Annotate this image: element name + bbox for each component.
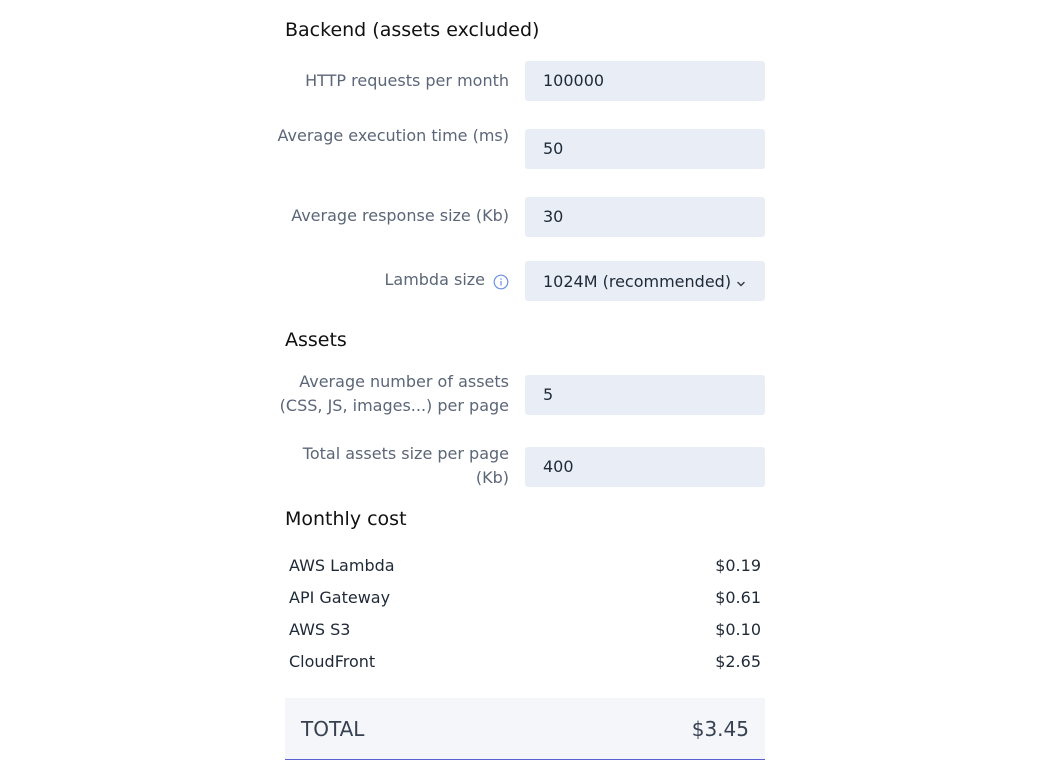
http-requests-input[interactable] (525, 61, 765, 101)
cost-row: AWS S3 $0.10 (285, 613, 765, 645)
exec-time-row: Average execution time (ms) (278, 126, 765, 177)
response-size-row: Average response size (Kb) (285, 197, 765, 237)
exec-time-label: Average execution time (ms) (277, 126, 509, 145)
lambda-size-select[interactable]: 1024M (recommended) (525, 261, 765, 301)
asset-count-label: Average number of assets (CSS, JS, image… (279, 372, 509, 415)
asset-size-input[interactable] (525, 447, 765, 487)
lambda-size-label-wrap: Lambda size (277, 268, 509, 292)
asset-size-row: Total assets size per page (Kb) (285, 444, 765, 487)
total-value: $3.45 (691, 716, 749, 741)
cost-row: API Gateway $0.61 (285, 581, 765, 613)
cost-table: AWS Lambda $0.19 API Gateway $0.61 AWS S… (285, 549, 765, 677)
assets-section-title: Assets (285, 329, 347, 351)
http-requests-label: HTTP requests per month (305, 71, 509, 90)
cost-item-name: CloudFront (289, 651, 376, 671)
lambda-size-row: Lambda size 1024M (recommended) (285, 261, 765, 301)
monthly-cost-title: Monthly cost (285, 508, 407, 530)
cost-row: CloudFront $2.65 (285, 645, 765, 677)
lambda-size-selected: 1024M (recommended) (543, 271, 732, 291)
total-row: TOTAL $3.45 (285, 698, 765, 760)
cost-row: AWS Lambda $0.19 (285, 549, 765, 581)
response-size-label: Average response size (Kb) (291, 206, 509, 225)
asset-count-input[interactable] (525, 375, 765, 415)
asset-size-label: Total assets size per page (Kb) (302, 444, 509, 487)
cost-item-value: $0.10 (715, 619, 761, 639)
cost-item-name: API Gateway (289, 587, 391, 607)
backend-section-title: Backend (assets excluded) (285, 19, 540, 41)
cost-item-name: AWS Lambda (289, 555, 395, 575)
chevron-down-icon (735, 275, 747, 287)
http-requests-row: HTTP requests per month (285, 61, 765, 101)
total-label: TOTAL (301, 716, 365, 741)
cost-item-value: $2.65 (715, 651, 761, 671)
cost-item-value: $0.19 (715, 555, 761, 575)
lambda-size-label: Lambda size (384, 270, 485, 289)
cost-item-value: $0.61 (715, 587, 761, 607)
response-size-input[interactable] (525, 197, 765, 237)
asset-count-row: Average number of assets (CSS, JS, image… (280, 372, 765, 415)
exec-time-input[interactable] (525, 129, 765, 169)
info-icon[interactable] (493, 273, 509, 289)
cost-item-name: AWS S3 (289, 619, 351, 639)
